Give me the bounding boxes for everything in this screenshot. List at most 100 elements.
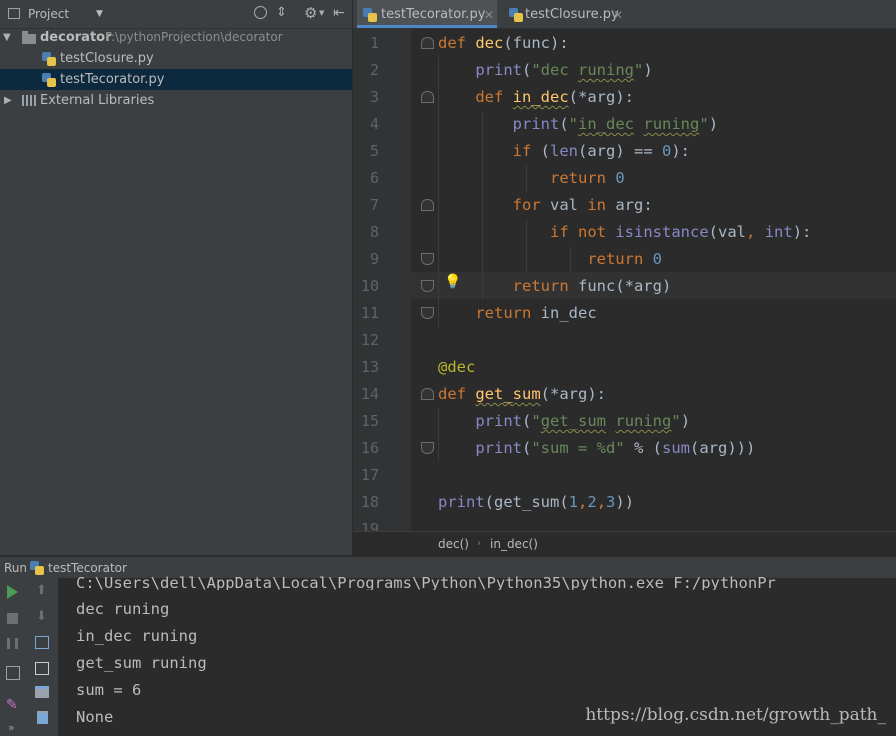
line-number: 1 (369, 34, 379, 52)
tree-file-testclosure[interactable]: testClosure.py (0, 48, 352, 69)
file-label: testClosure.py (60, 51, 154, 66)
tab-label: testTecorator.py (381, 7, 486, 22)
project-view-icon[interactable] (8, 8, 20, 19)
breadcrumb-item[interactable]: dec() (438, 532, 469, 556)
rerun-icon[interactable] (7, 585, 18, 599)
python-file-icon (509, 8, 523, 22)
code-line[interactable]: def get_sum(*arg): (438, 381, 606, 408)
arrow-down-icon[interactable]: ⬇ (36, 610, 47, 624)
python-config-icon (30, 561, 44, 575)
line-number: 18 (360, 493, 379, 511)
code-line[interactable]: print("sum = %d" % (sum(arg))) (438, 435, 755, 462)
fold-marker-icon[interactable] (421, 307, 434, 319)
console-line: sum = 6 (76, 681, 142, 699)
chevron-down-icon[interactable]: ▼ (3, 27, 11, 48)
fold-marker-icon[interactable] (421, 280, 434, 292)
line-number: 14 (360, 385, 379, 403)
fold-marker-icon[interactable] (421, 388, 434, 400)
library-icon (22, 95, 36, 106)
tree-file-testtecorator[interactable]: testTecorator.py (0, 69, 352, 90)
code-line[interactable]: print("in_dec runing") (438, 111, 718, 138)
watermark: https://blog.csdn.net/growth_path_ (585, 705, 886, 725)
editor-tab-bar: testTecorator.py ✕ testClosure.py ✕ (353, 0, 896, 29)
tab-label: testClosure.py (525, 7, 619, 22)
scroll-to-end-icon[interactable] (35, 662, 49, 675)
code-line[interactable]: print("dec runing") (438, 57, 652, 84)
fold-marker-icon[interactable] (421, 442, 434, 454)
chevron-down-icon[interactable]: ▼ (96, 7, 103, 21)
line-number: 11 (360, 304, 379, 322)
code-line[interactable]: for val in arg: (438, 192, 653, 219)
line-number: 5 (369, 142, 379, 160)
python-file-icon (363, 8, 377, 22)
code-line[interactable]: return 0 (438, 165, 625, 192)
line-number: 9 (369, 250, 379, 268)
line-number: 7 (369, 196, 379, 214)
code-line[interactable]: if (len(arg) == 0): (438, 138, 690, 165)
code-line[interactable]: def in_dec(*arg): (438, 84, 634, 111)
fold-marker-icon[interactable] (421, 199, 434, 211)
settings-dropdown-icon[interactable]: ▼ (319, 8, 324, 18)
pause-icon[interactable] (7, 638, 18, 649)
chevron-right-icon: › (477, 538, 481, 549)
tree-external-libraries[interactable]: ▶ External Libraries (0, 90, 352, 111)
chevron-right-icon[interactable]: ▶ (4, 90, 12, 111)
file-label: testTecorator.py (60, 72, 165, 87)
external-libraries-label: External Libraries (40, 93, 155, 108)
line-number: 3 (369, 88, 379, 106)
code-line[interactable]: return 0 (438, 246, 662, 273)
line-number: 16 (360, 439, 379, 457)
code-line[interactable]: return in_dec (438, 300, 596, 327)
trash-icon[interactable] (37, 711, 48, 724)
line-number: 17 (360, 466, 379, 484)
code-line[interactable]: if not isinstance(val, int): (438, 219, 811, 246)
line-number: 10 (360, 277, 379, 295)
code-line[interactable]: print("get_sum runing") (438, 408, 690, 435)
code-line[interactable]: return func(*arg) (438, 273, 672, 300)
print-icon[interactable] (35, 686, 49, 698)
console-line: get_sum runing (76, 654, 207, 672)
fold-marker-icon[interactable] (421, 37, 434, 49)
run-toolbar: ✎ » ⬆ ⬇ (0, 578, 58, 736)
code-line[interactable]: print(get_sum(1,2,3)) (438, 489, 634, 516)
console-line: dec runing (76, 600, 170, 618)
fold-marker-icon[interactable] (421, 253, 434, 265)
hide-panel-icon[interactable]: ⇤ (333, 4, 345, 22)
console-line: in_dec runing (76, 627, 198, 645)
python-file-icon (42, 52, 56, 66)
gear-icon[interactable]: ⚙ (304, 4, 317, 22)
line-number: 15 (360, 412, 379, 430)
code-line[interactable]: @dec (438, 354, 475, 381)
soft-wrap-icon[interactable] (35, 636, 49, 649)
line-number: 8 (369, 223, 379, 241)
line-number: 4 (369, 115, 379, 133)
folder-icon (22, 31, 36, 44)
line-number: 13 (360, 358, 379, 376)
tab-testtecorator[interactable]: testTecorator.py ✕ (357, 0, 497, 28)
layout-icon[interactable] (6, 666, 20, 680)
line-number: 19 (360, 520, 379, 531)
console-line: C:\Users\dell\AppData\Local\Programs\Pyt… (76, 574, 776, 590)
tree-root-folder[interactable]: ▼ decorator F:\pythonProjection\decorato… (0, 27, 352, 48)
line-number: 2 (369, 61, 379, 79)
collapse-all-icon[interactable]: ⇕ (276, 5, 287, 21)
fold-marker-icon[interactable] (421, 91, 434, 103)
close-icon[interactable]: ✕ (613, 0, 623, 30)
run-panel-title: Run (4, 561, 28, 575)
python-file-icon (42, 73, 56, 87)
pin-icon[interactable]: ✎ (6, 698, 18, 712)
tab-testclosure[interactable]: testClosure.py ✕ (503, 0, 633, 28)
expand-more-icon[interactable]: » (8, 722, 15, 734)
breadcrumb-item[interactable]: in_dec() (490, 532, 538, 556)
stop-icon[interactable] (7, 613, 18, 624)
close-icon[interactable]: ✕ (484, 0, 494, 30)
code-line[interactable]: def dec(func): (438, 30, 569, 57)
line-number: 12 (360, 331, 379, 349)
project-panel-header: Project ▼ ⇕ ⚙ ▼ ⇤ (0, 0, 352, 29)
locate-target-icon[interactable] (254, 6, 267, 19)
line-number: 6 (369, 169, 379, 187)
breadcrumb: dec() › in_dec() (353, 531, 896, 556)
root-folder-label: decorator (40, 30, 112, 45)
project-panel-title[interactable]: Project (28, 0, 69, 29)
arrow-up-icon[interactable]: ⬆ (36, 584, 47, 598)
